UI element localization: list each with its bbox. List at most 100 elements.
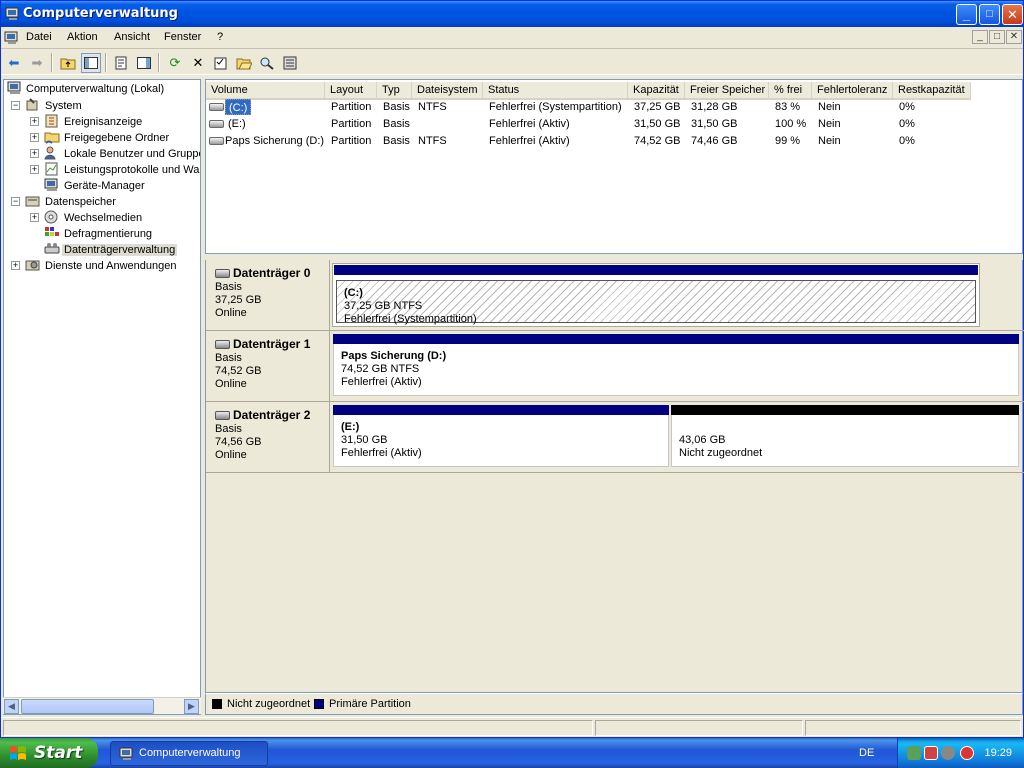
disk-graphical-view: Datenträger 0 Basis 37,25 GB Online (C:)… (205, 260, 1024, 693)
disk-title: Datenträger 0 (233, 266, 311, 280)
tree-dienste-und-anwendungen[interactable]: Dienste und Anwendungen (45, 258, 177, 274)
shield-icon[interactable] (960, 746, 974, 760)
tree-ereignisanzeige[interactable]: Ereignisanzeige (64, 114, 142, 130)
expander-wechselmedien[interactable]: + (30, 213, 39, 222)
disk-row: Datenträger 2 Basis 74,56 GB Online (E:)… (206, 402, 1024, 473)
expander-dienste[interactable]: + (11, 261, 20, 270)
legend: Nicht zugeordnet Primäre Partition (205, 693, 1023, 715)
refresh-icon[interactable]: ⟳ (165, 53, 185, 73)
col-kapazitaet[interactable]: Kapazität (628, 82, 685, 100)
legend-swatch-primary (314, 699, 324, 709)
expander-datenspeicher[interactable]: − (11, 197, 20, 206)
partition-name (679, 421, 1018, 434)
child-minimize-button[interactable]: _ (972, 30, 988, 44)
scroll-right-icon[interactable]: ▶ (184, 699, 199, 714)
partition-bar (671, 405, 1019, 415)
disk-label[interactable]: Datenträger 2 Basis 74,56 GB Online (206, 402, 330, 472)
checklist-icon[interactable] (211, 53, 231, 73)
security-alert-icon[interactable] (924, 746, 938, 760)
show-hide-tree-icon[interactable] (81, 53, 101, 73)
help-pane-icon[interactable] (134, 53, 154, 73)
start-button[interactable]: Start (0, 738, 98, 768)
search-icon[interactable] (257, 53, 277, 73)
close-button[interactable]: ✕ (1002, 4, 1023, 25)
col-layout[interactable]: Layout (325, 82, 377, 100)
partition-unallocated[interactable]: 43,06 GB Nicht zugeordnet (671, 405, 1019, 467)
properties-icon[interactable] (111, 53, 131, 73)
storage-icon (25, 196, 40, 207)
disk-settings-icon[interactable] (280, 53, 300, 73)
child-close-button[interactable]: ✕ (1006, 30, 1022, 44)
device-icon[interactable] (941, 746, 955, 760)
forward-arrow-icon[interactable]: ➡ (27, 53, 47, 73)
col-dateisystem[interactable]: Dateisystem (412, 82, 483, 100)
expander-lokale-benutzer[interactable]: + (30, 149, 39, 158)
disk-size: 74,52 GB (215, 365, 262, 377)
cell-kapazitaet: 37,25 GB (634, 101, 681, 113)
col-volume[interactable]: Volume (206, 82, 325, 100)
network-icon[interactable] (907, 746, 921, 760)
back-arrow-icon[interactable]: ⬅ (4, 53, 24, 73)
tree-datenspeicher[interactable]: Datenspeicher (45, 194, 116, 210)
disk-size: 37,25 GB (215, 294, 262, 306)
scroll-thumb[interactable] (21, 699, 154, 714)
tree-geraete-manager[interactable]: Geräte-Manager (64, 178, 145, 194)
cell-typ: Basis (383, 135, 410, 147)
disk-size: 74,56 GB (215, 436, 262, 448)
language-indicator[interactable]: DE (859, 738, 874, 768)
minimize-button[interactable]: _ (956, 4, 977, 25)
up-folder-icon[interactable] (58, 53, 78, 73)
menu-aktion[interactable]: Aktion (67, 31, 98, 43)
main-window: Computerverwaltung _ □ ✕ Datei Aktion An… (0, 0, 1024, 738)
tree-wechselmedien[interactable]: Wechselmedien (64, 210, 142, 226)
menu-datei[interactable]: Datei (26, 31, 52, 43)
partition-detail: 31,50 GB (341, 434, 388, 446)
col-restkapazitaet[interactable]: Restkapazität (893, 82, 971, 100)
disk-label[interactable]: Datenträger 0 Basis 37,25 GB Online (206, 260, 330, 330)
tree-freigegebene-ordner[interactable]: Freigegebene Ordner (64, 130, 169, 146)
tree-system[interactable]: System (45, 98, 82, 114)
expander-ereignisanzeige[interactable]: + (30, 117, 39, 126)
disk-label[interactable]: Datenträger 1 Basis 74,52 GB Online (206, 331, 330, 401)
menu-ansicht[interactable]: Ansicht (114, 31, 150, 43)
maximize-button[interactable]: □ (979, 4, 1000, 25)
child-restore-button[interactable]: □ (989, 30, 1005, 44)
expander-leistungsprotokolle[interactable]: + (30, 165, 39, 174)
toolbar-separator (158, 53, 160, 72)
tree-leistungsprotokolle[interactable]: Leistungsprotokolle und War (64, 162, 200, 178)
tree-root[interactable]: Computerverwaltung (Lokal) (26, 81, 164, 97)
col-prozent-frei[interactable]: % frei (769, 82, 812, 100)
windows-logo-icon (10, 746, 26, 760)
scroll-left-icon[interactable]: ◀ (4, 699, 19, 714)
tree-defragmentierung[interactable]: Defragmentierung (64, 226, 152, 242)
col-freier-speicher[interactable]: Freier Speicher (685, 82, 769, 100)
event-viewer-icon (45, 114, 58, 128)
taskbar-item-computerverwaltung[interactable]: Computerverwaltung (110, 741, 268, 766)
cell-restkapazitaet: 0% (899, 118, 915, 130)
menu-help[interactable]: ? (217, 31, 223, 43)
col-typ[interactable]: Typ (377, 82, 412, 100)
cell-status: Fehlerfrei (Systempartition) (489, 101, 622, 113)
tree-datentraegerverwaltung[interactable]: Datenträgerverwaltung (62, 242, 178, 258)
disk-type: Basis (215, 423, 242, 435)
title-bar[interactable]: Computerverwaltung _ □ ✕ (1, 1, 1023, 27)
partition-c[interactable]: (C:) 37,25 GB NTFS Fehlerfrei (Systempar… (332, 263, 980, 327)
console-icon[interactable] (4, 30, 20, 46)
cell-restkapazitaet: 0% (899, 135, 915, 147)
legend-swatch-unallocated (212, 699, 222, 709)
cell-volume: (C:) (225, 99, 252, 115)
partition-d[interactable]: Paps Sicherung (D:) 74,52 GB NTFS Fehler… (333, 334, 1019, 396)
cell-status: Fehlerfrei (Aktiv) (489, 118, 570, 130)
device-manager-icon (44, 178, 58, 191)
status-pane (3, 720, 593, 736)
tree-lokale-benutzer[interactable]: Lokale Benutzer und Gruppe (64, 146, 200, 162)
tree-horizontal-scrollbar[interactable]: ◀ ▶ (3, 697, 201, 714)
col-fehlertoleranz[interactable]: Fehlertoleranz (812, 82, 893, 100)
partition-e[interactable]: (E:) 31,50 GB Fehlerfrei (Aktiv) (333, 405, 669, 467)
expander-system[interactable]: − (11, 101, 20, 110)
expander-freigegebene-ordner[interactable]: + (30, 133, 39, 142)
open-folder-icon[interactable] (234, 53, 254, 73)
col-status[interactable]: Status (483, 82, 628, 100)
menu-fenster[interactable]: Fenster (164, 31, 201, 43)
delete-icon[interactable]: ✕ (188, 53, 208, 73)
